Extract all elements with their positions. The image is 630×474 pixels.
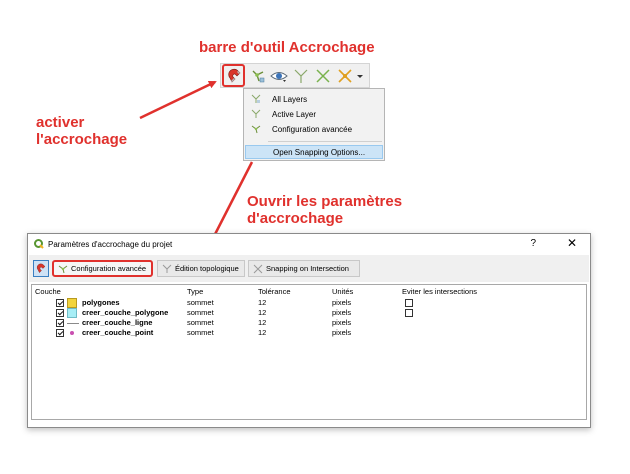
layer-units[interactable]: pixels xyxy=(332,298,351,308)
annotation-activate-line2: l'accrochage xyxy=(36,131,128,148)
layer-units[interactable]: pixels xyxy=(332,318,351,328)
eye-icon[interactable] xyxy=(269,66,289,86)
advanced-config-icon xyxy=(58,264,68,274)
active-layer-icon xyxy=(245,109,267,119)
layer-type[interactable]: sommet xyxy=(187,298,214,308)
dropdown-arrow-icon[interactable] xyxy=(354,66,366,86)
column-header-avoid-intersections[interactable]: Eviter les intersections xyxy=(402,287,477,296)
snapping-mode-icon[interactable] xyxy=(248,66,268,86)
snapping-options-dialog: Paramètres d'accrochage du projet ? ✕ Co… xyxy=(27,233,591,428)
avoid-intersections-checkbox[interactable] xyxy=(405,299,413,307)
advanced-config-label: Configuration avancée xyxy=(71,264,147,273)
column-header-layer[interactable]: Couche xyxy=(35,287,61,296)
annotation-toolbar-title: barre d'outil Accrochage xyxy=(199,39,375,56)
table-row[interactable]: creer_couche_polygone sommet 12 pixels xyxy=(32,308,586,318)
point-symbol-icon xyxy=(70,331,74,335)
advanced-config-button[interactable]: Configuration avancée xyxy=(52,260,153,277)
table-row[interactable]: polygones sommet 12 pixels xyxy=(32,298,586,308)
layer-type[interactable]: sommet xyxy=(187,318,214,328)
advanced-config-icon xyxy=(245,124,267,134)
menu-item-advanced-config[interactable]: Configuration avancée xyxy=(245,122,383,136)
snapping-layers-table: Couche Type Tolérance Unités Eviter les … xyxy=(31,284,587,420)
help-button[interactable]: ? xyxy=(530,238,536,249)
avoid-intersections-checkbox[interactable] xyxy=(405,309,413,317)
polygon-symbol-icon xyxy=(67,308,77,318)
snapping-intersection-label: Snapping on Intersection xyxy=(266,264,349,273)
layer-type[interactable]: sommet xyxy=(187,308,214,318)
annotation-open-line1: Ouvrir les paramètres xyxy=(247,193,403,210)
menu-item-label: Configuration avancée xyxy=(272,124,353,134)
menu-item-all-layers[interactable]: All Layers xyxy=(245,92,383,106)
table-row[interactable]: creer_couche_ligne sommet 12 pixels xyxy=(32,318,586,328)
layer-tolerance[interactable]: 12 xyxy=(258,318,266,328)
menu-item-active-layer[interactable]: Active Layer xyxy=(245,107,383,121)
qgis-logo-icon xyxy=(34,238,44,251)
layer-tolerance[interactable]: 12 xyxy=(258,328,266,338)
layer-name: creer_couche_ligne xyxy=(82,318,153,327)
snapping-dropdown-menu: All Layers Active Layer Configuration av… xyxy=(243,88,385,161)
menu-item-label: Active Layer xyxy=(272,109,317,119)
magnet-icon xyxy=(36,263,47,274)
snapping-intersection-button[interactable]: Snapping on Intersection xyxy=(248,260,360,277)
layer-checkbox[interactable] xyxy=(56,329,64,337)
topology-icon xyxy=(162,264,172,274)
column-header-units[interactable]: Unités xyxy=(332,287,353,296)
menu-item-label: Open Snapping Options... xyxy=(273,147,366,157)
layer-name: creer_couche_point xyxy=(82,328,154,337)
dialog-title: Paramètres d'accrochage du projet xyxy=(48,240,173,249)
dialog-toolbar: Configuration avancée Édition topologiqu… xyxy=(29,255,589,282)
layer-checkbox[interactable] xyxy=(56,309,64,317)
annotation-activate-line1: activer xyxy=(36,114,85,131)
close-button[interactable]: ✕ xyxy=(567,236,577,250)
layer-tolerance[interactable]: 12 xyxy=(258,308,266,318)
topological-editing-button[interactable]: Édition topologique xyxy=(157,260,245,277)
layer-name: polygones xyxy=(82,298,120,307)
magnet-highlight-box xyxy=(222,64,245,87)
topological-editing-label: Édition topologique xyxy=(175,264,239,273)
layer-type[interactable]: sommet xyxy=(187,328,214,338)
layer-name: creer_couche_polygone xyxy=(82,308,169,317)
line-symbol-icon xyxy=(67,323,79,324)
segment-icon[interactable] xyxy=(313,66,333,86)
layer-checkbox[interactable] xyxy=(56,299,64,307)
column-header-type[interactable]: Type xyxy=(187,287,203,296)
layer-tolerance[interactable]: 12 xyxy=(258,298,266,308)
column-header-tolerance[interactable]: Tolérance xyxy=(258,287,291,296)
intersection-icon xyxy=(253,264,263,274)
enable-snapping-button[interactable] xyxy=(33,260,49,277)
vertex-icon[interactable] xyxy=(291,66,311,86)
arrow-to-magnet xyxy=(139,80,217,120)
intersection-icon[interactable] xyxy=(335,66,355,86)
layer-units[interactable]: pixels xyxy=(332,328,351,338)
menu-separator xyxy=(268,141,382,142)
dialog-titlebar: Paramètres d'accrochage du projet ? ✕ xyxy=(28,234,590,255)
annotation-open-line2: d'accrochage xyxy=(247,210,344,227)
table-row[interactable]: creer_couche_point sommet 12 pixels xyxy=(32,328,586,338)
layer-units[interactable]: pixels xyxy=(332,308,351,318)
all-layers-icon xyxy=(245,94,267,104)
polygon-symbol-icon xyxy=(67,298,77,308)
menu-item-open-snapping-options[interactable]: Open Snapping Options... xyxy=(245,145,383,159)
layer-checkbox[interactable] xyxy=(56,319,64,327)
menu-item-label: All Layers xyxy=(272,94,308,104)
